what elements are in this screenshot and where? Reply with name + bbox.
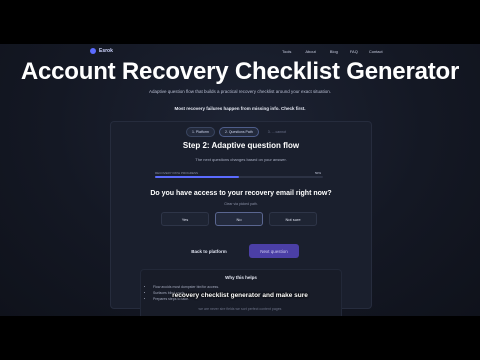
video-letterbox-top [0,0,480,44]
question-hint: Clear via picked path. [224,202,258,206]
hero-note: Most recovery failures happen from missi… [174,106,306,111]
step-checklist: 3. ... cannot [267,130,287,134]
step-platform[interactable]: 1. Platform [186,127,215,137]
nav-link-faq[interactable]: FAQ [350,49,358,54]
next-question-button[interactable]: Next question [249,244,299,258]
answer-no-button[interactable]: No [215,212,263,226]
logo[interactable]: Esrok [90,48,113,54]
nav-links: Tools About Blog FAQ Contact [282,49,383,54]
answer-yes-button[interactable]: Yes [161,212,209,226]
nav-link-tools[interactable]: Tools [282,49,291,54]
footnote: we are never sire fields we sort perfect… [198,307,282,311]
nav-link-contact[interactable]: Contact [369,49,383,54]
nav-link-blog[interactable]: Blog [330,49,338,54]
progress-label: RECOVERY PATH PROGRESS [155,171,198,175]
step-subheading: The next questions changes based on your… [195,157,287,162]
question-text: Do you have access to your recovery emai… [150,190,332,197]
step-indicator: 1. Platform 2. Questions Path 3. ... can… [186,127,291,137]
logo-text: Esrok [99,48,113,54]
logo-mark-icon [90,48,96,54]
progress-bar [155,176,323,178]
why-title: Why this helps [225,275,257,280]
progress-bar-fill [155,176,239,178]
page-frame: Esrok Tools About Blog FAQ Contact Accou… [0,44,480,316]
card-navigation: Back to platform Next question [111,244,371,258]
nav-link-about[interactable]: About [305,49,315,54]
hero-subtitle: Adaptive question flow that builds a pra… [148,89,332,94]
answer-not-sure-button[interactable]: Not sure [269,212,317,226]
answer-options: Yes No Not sure [161,212,317,226]
progress-percent: 50% [314,171,321,175]
video-caption: recovery checklist generator and make su… [172,292,308,299]
video-letterbox-bottom [0,316,480,360]
page-title: Account Recovery Checklist Generator [20,58,460,85]
back-to-platform-button[interactable]: Back to platform [183,244,235,258]
step-heading: Step 2: Adaptive question flow [182,141,300,150]
step-questions-path[interactable]: 2. Questions Path [218,127,259,137]
